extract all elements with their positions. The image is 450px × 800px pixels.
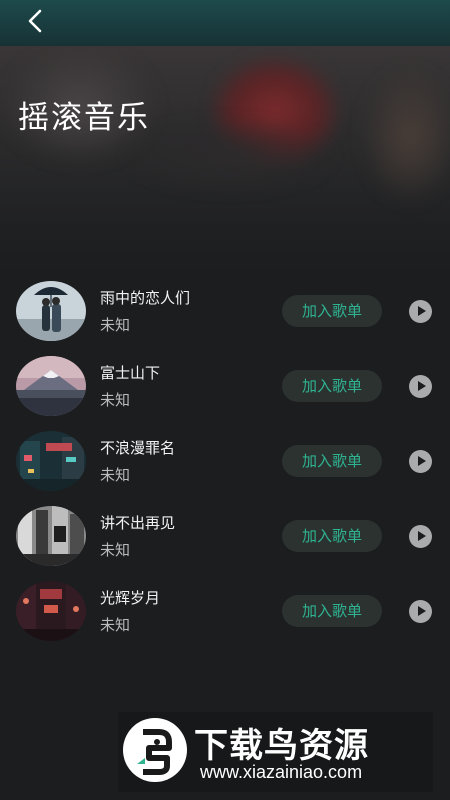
add-to-playlist-button[interactable]: 加入歌单 (282, 445, 382, 477)
back-button[interactable] (20, 6, 50, 36)
add-to-playlist-button[interactable]: 加入歌单 (282, 370, 382, 402)
list-item[interactable]: 富士山下 未知 加入歌单 (0, 353, 450, 428)
add-to-playlist-button[interactable]: 加入歌单 (282, 295, 382, 327)
play-icon[interactable] (409, 375, 432, 398)
couple-umbrella-cover (16, 281, 86, 341)
list-item[interactable]: 雨中的恋人们 未知 加入歌单 (0, 278, 450, 353)
mount-fuji-cover (16, 356, 86, 416)
song-title: 富士山下 (100, 364, 161, 382)
header-banner-image (0, 46, 450, 276)
watermark-url: www.xiazainiao.com (200, 762, 363, 782)
bw-city-cover (16, 506, 86, 566)
play-icon[interactable] (409, 600, 432, 623)
page-title: 摇滚音乐 (18, 100, 150, 136)
watermark-title: 下载鸟资源 (194, 726, 369, 766)
song-artist: 未知 (100, 466, 131, 484)
watermark: 下载鸟资源 www.xiazainiao.com (118, 712, 433, 792)
song-artist: 未知 (100, 541, 131, 559)
play-icon[interactable] (409, 525, 432, 548)
song-title: 雨中的恋人们 (100, 289, 191, 307)
bird-logo-icon (123, 718, 187, 782)
list-item[interactable]: 光辉岁月 未知 加入歌单 (0, 578, 450, 653)
song-artist: 未知 (100, 316, 131, 334)
play-icon[interactable] (409, 450, 432, 473)
song-title: 光辉岁月 (100, 589, 161, 607)
top-bar (0, 0, 450, 46)
red-alley-cover (16, 581, 86, 641)
add-to-playlist-button[interactable]: 加入歌单 (282, 595, 382, 627)
song-list: 雨中的恋人们 未知 加入歌单 富士山下 未知 加入歌单 不浪漫罪名 未知 加入歌… (0, 278, 450, 653)
song-artist: 未知 (100, 616, 131, 634)
song-artist: 未知 (100, 391, 131, 409)
song-title: 讲不出再见 (100, 514, 176, 532)
app-screen: 摇滚音乐 雨中的恋人们 未知 加入歌单 富士山下 未知 加入歌单 不浪漫罪名 未… (0, 0, 450, 800)
night-street-cover (16, 431, 86, 491)
song-title: 不浪漫罪名 (100, 439, 176, 457)
add-to-playlist-button[interactable]: 加入歌单 (282, 520, 382, 552)
list-item[interactable]: 不浪漫罪名 未知 加入歌单 (0, 428, 450, 503)
play-icon[interactable] (409, 300, 432, 323)
chevron-left-icon (28, 9, 42, 33)
list-item[interactable]: 讲不出再见 未知 加入歌单 (0, 503, 450, 578)
